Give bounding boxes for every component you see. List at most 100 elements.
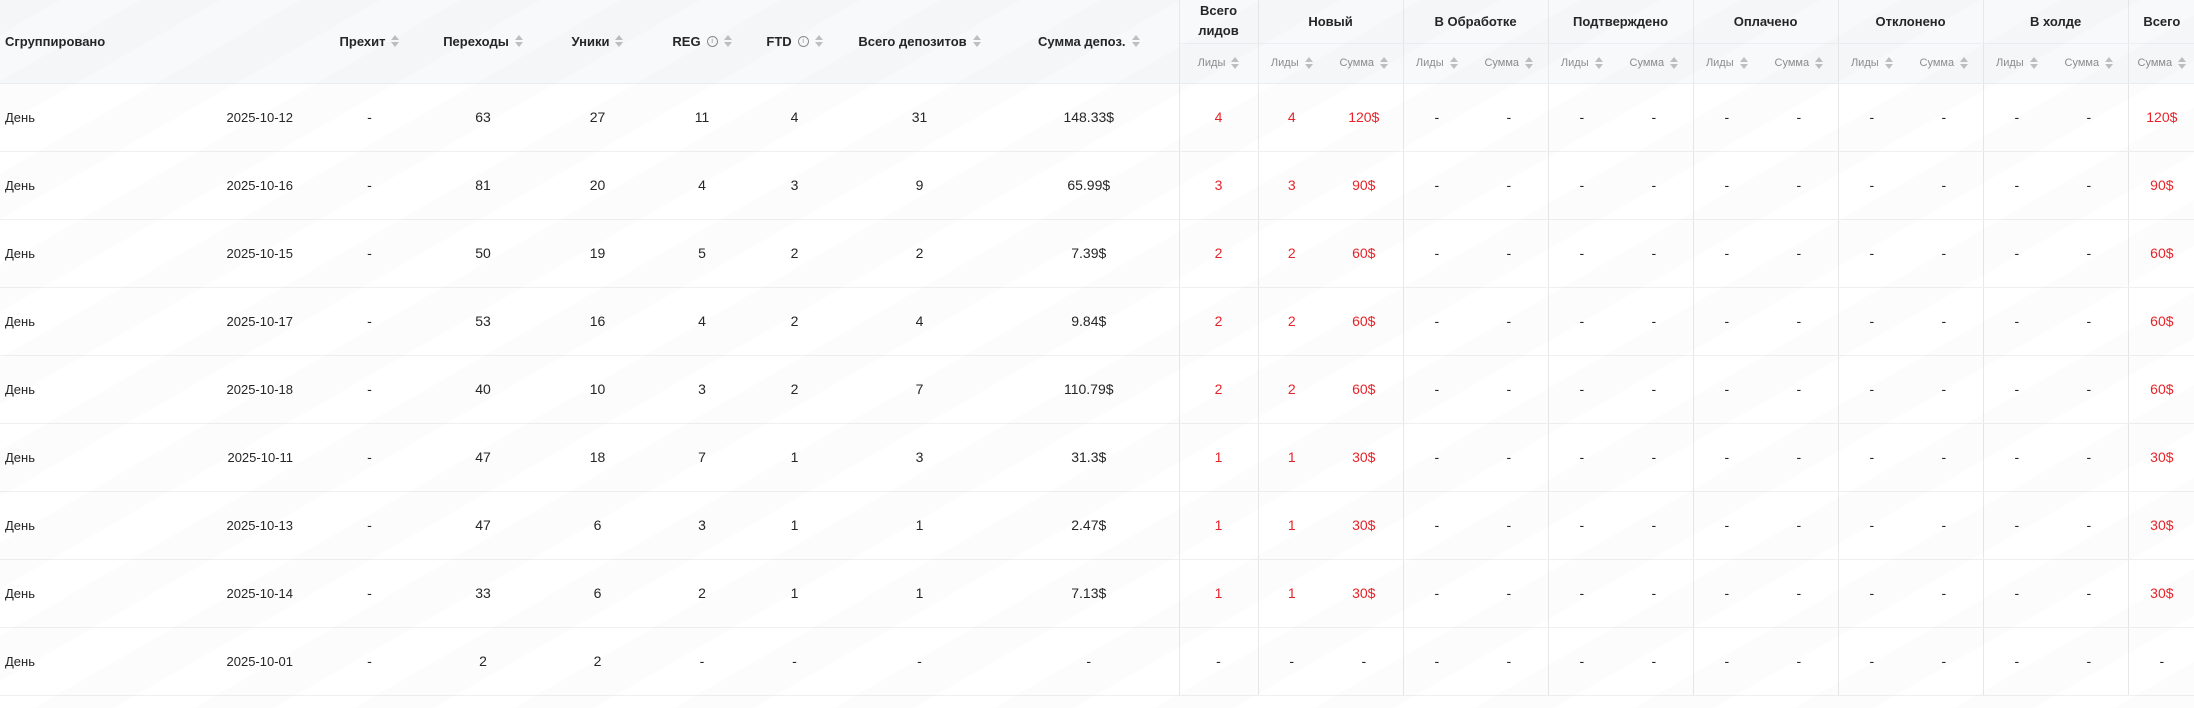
table-header: Сгруппировано Прехит Переходы Уники REG i… [0, 0, 2194, 84]
cell-prehit: - [313, 355, 427, 424]
group-total-label: Всего [2143, 13, 2181, 29]
sort-icon[interactable] [2178, 57, 2187, 69]
col-sum-deposits[interactable]: Сумма депоз. [999, 0, 1180, 84]
cell-paid-sum: - [1760, 559, 1839, 628]
col-ftd[interactable]: FTD i [749, 0, 841, 84]
sub-total-sum[interactable]: Сумма [2128, 42, 2194, 84]
cell-proc-leads: - [1403, 423, 1471, 492]
cell-conf-sum: - [1615, 491, 1694, 560]
sort-icon[interactable] [1739, 57, 1748, 69]
cell-paid-leads: - [1693, 491, 1761, 560]
cell-total-leads: 1 [1179, 491, 1259, 560]
sort-icon[interactable] [814, 35, 823, 48]
cell-conf-leads: - [1548, 559, 1616, 628]
sort-icon[interactable] [1815, 57, 1824, 69]
col-sum-deposits-label: Сумма депоз. [1038, 33, 1126, 49]
sort-icon[interactable] [1304, 57, 1313, 69]
cell-uniques: 19 [540, 219, 656, 288]
sort-icon[interactable] [2029, 57, 2038, 69]
table-row[interactable]: День 2025-10-11 - 47 18 7 1 3 31.3$ 1 1 … [0, 423, 2194, 492]
col-reg[interactable]: REG i [655, 0, 750, 84]
group-hold-label: В холде [2029, 13, 2082, 29]
col-grouped[interactable]: Сгруппировано [0, 0, 314, 84]
group-processing-label: В Обработке [1434, 13, 1517, 29]
cell-date: 2025-10-13 [148, 491, 314, 560]
sub-sum-label: Сумма [1629, 57, 1665, 69]
sort-icon[interactable] [1449, 57, 1458, 69]
sub-conf-sum[interactable]: Сумма [1615, 42, 1694, 84]
sub-proc-leads[interactable]: Лиды [1403, 42, 1471, 84]
group-paid: Оплачено [1693, 0, 1839, 44]
sub-paid-sum[interactable]: Сумма [1760, 42, 1839, 84]
sub-rej-sum[interactable]: Сумма [1905, 42, 1984, 84]
cell-rej-sum: - [1905, 287, 1984, 356]
table-row[interactable]: День 2025-10-17 - 53 16 4 2 4 9.84$ 2 2 … [0, 287, 2194, 356]
cell-conf-sum: - [1615, 423, 1694, 492]
sub-leads-label: Лиды [1995, 57, 2024, 69]
col-uniques[interactable]: Уники [540, 0, 656, 84]
sort-icon[interactable] [972, 35, 981, 48]
sort-icon[interactable] [1525, 57, 1534, 69]
cell-clicks: 63 [426, 83, 541, 152]
sub-sum-label: Сумма [2137, 57, 2173, 69]
sub-hold-leads[interactable]: Лиды [1983, 42, 2051, 84]
sub-rej-leads[interactable]: Лиды [1838, 42, 1906, 84]
cell-conf-sum: - [1615, 151, 1694, 220]
sub-leads-label: Лиды [1560, 57, 1589, 69]
cell-hold-leads: - [1983, 355, 2051, 424]
sub-hold-sum[interactable]: Сумма [2050, 42, 2129, 84]
sort-icon[interactable] [1131, 35, 1140, 48]
sort-icon[interactable] [1594, 57, 1603, 69]
cell-rej-sum: - [1905, 491, 1984, 560]
cell-group: День [0, 423, 148, 492]
col-prehit[interactable]: Прехит [313, 0, 427, 84]
sort-icon[interactable] [615, 35, 624, 48]
cell-new-leads: 3 [1258, 151, 1326, 220]
cell-sum-deposits: 2.47$ [999, 491, 1180, 560]
sort-icon[interactable] [1960, 57, 1969, 69]
cell-rej-leads: - [1838, 355, 1906, 424]
sub-paid-leads[interactable]: Лиды [1693, 42, 1761, 84]
table-row[interactable]: День 2025-10-18 - 40 10 3 2 7 110.79$ 2 … [0, 355, 2194, 424]
col-clicks[interactable]: Переходы [426, 0, 541, 84]
cell-sum-deposits: 7.13$ [999, 559, 1180, 628]
cell-rej-leads: - [1838, 151, 1906, 220]
table-row[interactable]: День 2025-10-15 - 50 19 5 2 2 7.39$ 2 2 … [0, 219, 2194, 288]
sort-icon[interactable] [1380, 57, 1389, 69]
sort-icon[interactable] [514, 35, 523, 48]
cell-proc-sum: - [1470, 83, 1549, 152]
cell-date: 2025-10-12 [148, 83, 314, 152]
sort-icon[interactable] [1884, 57, 1893, 69]
cell-paid-leads: - [1693, 627, 1761, 696]
cell-new-sum: 90$ [1325, 151, 1404, 220]
table-row[interactable]: День 2025-10-01 - 2 2 - - - - - - - - - … [0, 627, 2194, 696]
info-icon[interactable]: i [797, 35, 809, 47]
sub-total-leads[interactable]: Лиды [1179, 42, 1259, 84]
sub-new-sum[interactable]: Сумма [1325, 42, 1404, 84]
cell-total-deposits: - [840, 627, 1000, 696]
sort-icon[interactable] [1231, 57, 1240, 69]
table-row[interactable]: День 2025-10-12 - 63 27 11 4 31 148.33$ … [0, 83, 2194, 152]
cell-rej-leads: - [1838, 559, 1906, 628]
table-row[interactable]: День 2025-10-16 - 81 20 4 3 9 65.99$ 3 3… [0, 151, 2194, 220]
sub-proc-sum[interactable]: Сумма [1470, 42, 1549, 84]
table-row[interactable]: День 2025-10-14 - 33 6 2 1 1 7.13$ 1 1 3… [0, 559, 2194, 628]
cell-rej-sum: - [1905, 151, 1984, 220]
cell-hold-leads: - [1983, 559, 2051, 628]
sort-icon[interactable] [1670, 57, 1679, 69]
col-total-deposits[interactable]: Всего депозитов [840, 0, 1000, 84]
sort-icon[interactable] [723, 35, 732, 48]
sub-conf-leads[interactable]: Лиды [1548, 42, 1616, 84]
cell-date: 2025-10-18 [148, 355, 314, 424]
sort-icon[interactable] [391, 35, 400, 48]
cell-uniques: 6 [540, 559, 656, 628]
sort-icon[interactable] [2105, 57, 2114, 69]
cell-reg: 11 [655, 83, 750, 152]
info-icon[interactable]: i [706, 35, 718, 47]
cell-paid-sum: - [1760, 151, 1839, 220]
table-row[interactable]: День 2025-10-13 - 47 6 3 1 1 2.47$ 1 1 3… [0, 491, 2194, 560]
cell-total-sum: 30$ [2128, 423, 2194, 492]
sub-new-leads[interactable]: Лиды [1258, 42, 1326, 84]
cell-total-deposits: 31 [840, 83, 1000, 152]
cell-paid-sum: - [1760, 423, 1839, 492]
